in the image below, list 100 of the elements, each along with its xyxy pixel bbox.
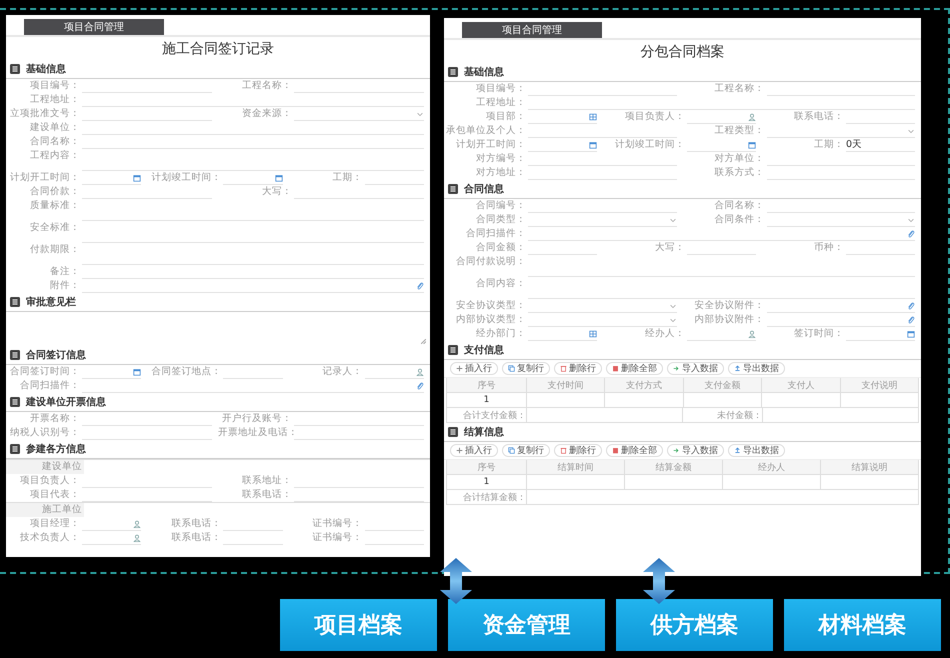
toolbar-button[interactable]: 删除行 [554,362,602,375]
column-header: 结算说明 [821,460,919,475]
calendar-icon[interactable] [589,140,597,148]
trash-icon [560,365,567,372]
field-label: 付款期限： [29,243,81,257]
person-icon[interactable] [133,534,142,542]
field-label: 质量标准： [29,199,81,213]
field-label: 承包单位及个人： [445,124,527,138]
toolbar-button[interactable]: 导出数据 [728,362,785,375]
field-label: 币种： [813,241,845,255]
field-label: 开票名称： [29,412,81,426]
table-cell[interactable] [684,393,762,408]
field-label: 证书编号： [312,531,364,545]
section-title: 结算信息 [464,426,504,439]
list-icon [10,64,20,74]
total-label: 未付金额： [683,408,763,423]
toolbar-button[interactable]: 插入行 [450,362,498,375]
calendar-icon[interactable] [133,174,142,182]
calendar-icon[interactable] [748,140,756,148]
toolbar-button[interactable]: 删除全部 [606,444,663,457]
double-arrow [643,558,675,604]
table-cell[interactable] [840,393,919,408]
module-tab[interactable]: 项目合同管理 [462,22,602,38]
calendar-icon[interactable] [133,368,142,376]
copy-icon [508,447,515,454]
list-icon [448,67,458,77]
field-label: 合同签订地点： [150,365,222,379]
plus-icon [456,365,463,372]
list-icon [10,350,20,360]
field-label: 合同付款说明： [455,255,527,269]
group-label: 施工单位 [6,503,84,517]
paperclip-icon[interactable] [416,282,424,290]
field-label: 合同金额： [475,241,527,255]
grid-icon[interactable] [589,330,597,338]
table-cell[interactable] [723,475,821,490]
column-header: 结算时间 [527,460,625,475]
field-label: 计划竣工时间： [150,171,222,185]
table-cell: 1 [447,393,527,408]
field-label: 联系电话： [170,517,222,531]
field-label: 合同扫描件： [19,379,81,393]
trash-icon [612,365,619,372]
column-header: 支付方式 [605,378,684,393]
field-label: 合同名称： [29,135,81,149]
toolbar-button[interactable]: 插入行 [450,444,498,457]
table-cell[interactable] [605,393,684,408]
field-label: 项目经理： [29,517,81,531]
column-header: 支付说明 [840,378,919,393]
field-label: 工程地址： [475,96,527,110]
module-tab[interactable]: 项目合同管理 [24,19,164,35]
field-label: 记录人： [322,365,364,379]
total-label: 合计结算金额： [447,490,527,505]
field-label: 工程名称： [714,82,766,96]
field-label: 工程类型： [714,124,766,138]
toolbar-button[interactable]: 复制行 [502,444,550,457]
table-cell[interactable] [821,475,919,490]
toolbar-button[interactable]: 导出数据 [728,444,785,457]
input-field[interactable]: 0天 [846,138,915,152]
form-title: 施工合同签订记录 [161,40,275,59]
table-cell[interactable] [625,475,723,490]
field-label: 对方单位： [714,152,766,166]
paperclip-icon[interactable] [416,382,424,390]
table-cell[interactable] [762,393,841,408]
list-icon [10,397,20,407]
field-label: 纳税人识别号： [9,426,81,440]
calendar-icon[interactable] [907,330,915,338]
resize-grip-icon [421,339,426,344]
section-title: 合同签订信息 [26,348,86,362]
list-icon [448,345,458,355]
table-cell[interactable] [527,393,606,408]
field-label: 安全标准： [29,221,81,235]
toolbar-button[interactable]: 复制行 [502,362,550,375]
field-label: 工期： [332,171,364,185]
field-label: 附件： [49,279,81,293]
person-icon[interactable] [748,330,756,338]
field-label: 经办人： [644,327,686,341]
person-icon[interactable] [416,368,424,376]
form-title: 分包合同档案 [640,43,726,62]
person-icon[interactable] [748,112,756,120]
table-cell[interactable] [527,475,625,490]
column-header: 结算金额 [625,460,723,475]
field-label: 开票地址及电话： [218,426,294,440]
section-title: 参建各方信息 [26,442,86,456]
toolbar-button[interactable]: 导入数据 [667,444,724,457]
import-icon [673,447,680,454]
list-icon [448,184,458,194]
field-label: 合同条件： [714,213,766,227]
toolbar-button[interactable]: 删除行 [554,444,602,457]
toolbar-button[interactable]: 导入数据 [667,362,724,375]
field-label: 计划开工时间： [455,138,527,152]
paperclip-icon[interactable] [907,230,915,238]
export-icon [734,447,741,454]
field-label: 技术负责人： [19,531,81,545]
field-label: 对方地址： [475,166,527,180]
grid-icon[interactable] [589,112,597,120]
column-header: 支付人 [762,378,841,393]
field-label: 对方编号： [475,152,527,166]
person-icon[interactable] [133,520,142,528]
calendar-icon[interactable] [274,174,283,182]
section-title: 合同信息 [464,182,504,196]
toolbar-button[interactable]: 删除全部 [606,362,663,375]
